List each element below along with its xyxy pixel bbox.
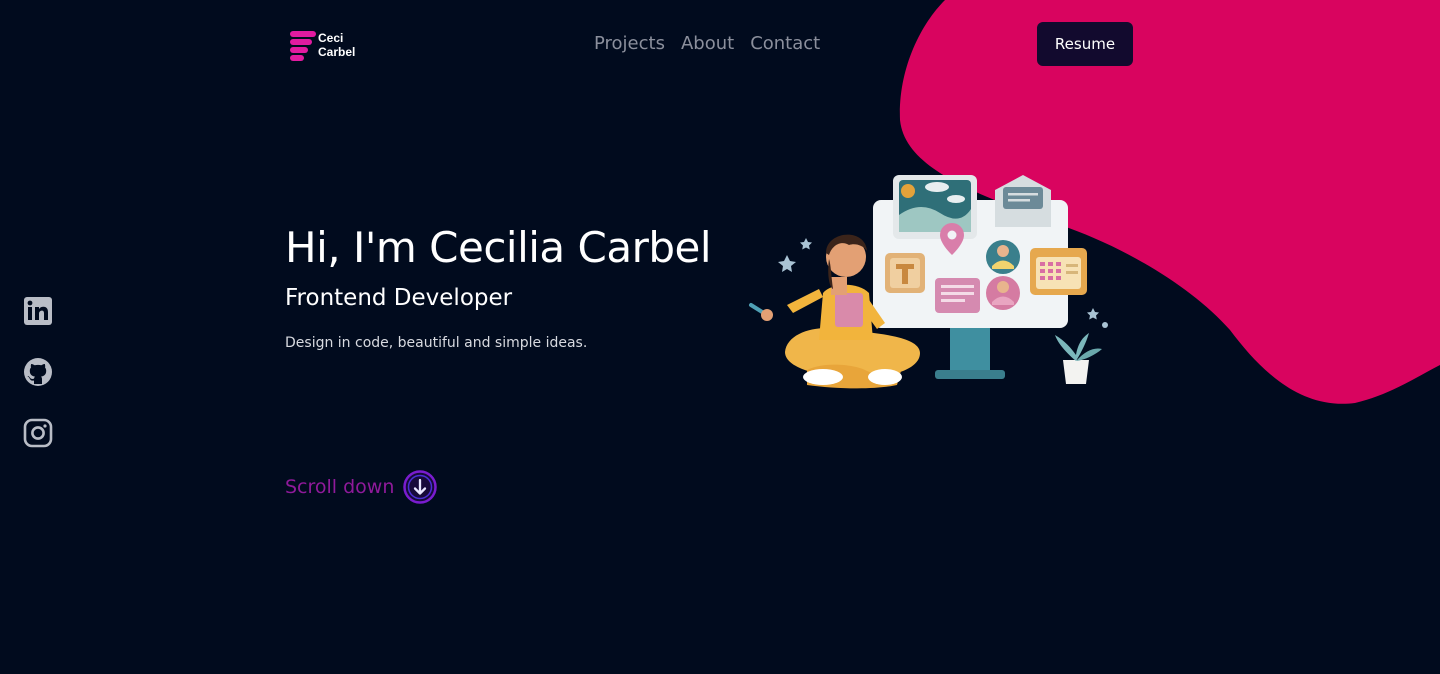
github-icon[interactable]: [23, 357, 53, 387]
nav-link-projects[interactable]: Projects: [594, 32, 665, 56]
scroll-down-label: Scroll down: [285, 476, 395, 498]
developer-illustration: [749, 175, 1108, 389]
nav-link-contact[interactable]: Contact: [750, 32, 820, 56]
hero-title: Hi, I'm Cecilia Carbel: [285, 223, 712, 272]
arrow-down-circle-icon: [403, 470, 438, 504]
scroll-down-link[interactable]: Scroll down: [285, 470, 438, 504]
hero-section: Hi, I'm Cecilia Carbel Frontend Develope…: [285, 222, 712, 353]
brand-line-2: Carbel: [318, 45, 356, 59]
nav-link-about[interactable]: About: [681, 32, 734, 56]
site-header: Ceci Carbel Projects About Contact Resum…: [0, 0, 1440, 90]
hero-subtitle: Frontend Developer: [285, 285, 513, 311]
hero-tagline: Design in code, beautiful and simple ide…: [285, 335, 588, 351]
social-links: [23, 296, 55, 479]
main-nav: Projects About Contact: [594, 32, 820, 56]
resume-button[interactable]: Resume: [1037, 22, 1133, 66]
logo-mark-icon: [290, 29, 316, 61]
linkedin-icon[interactable]: [23, 296, 53, 326]
brand-line-1: Ceci: [318, 31, 344, 45]
instagram-icon[interactable]: [23, 418, 53, 448]
decorative-blob: [899, 0, 1440, 404]
brand-logo[interactable]: Ceci Carbel: [290, 28, 370, 62]
